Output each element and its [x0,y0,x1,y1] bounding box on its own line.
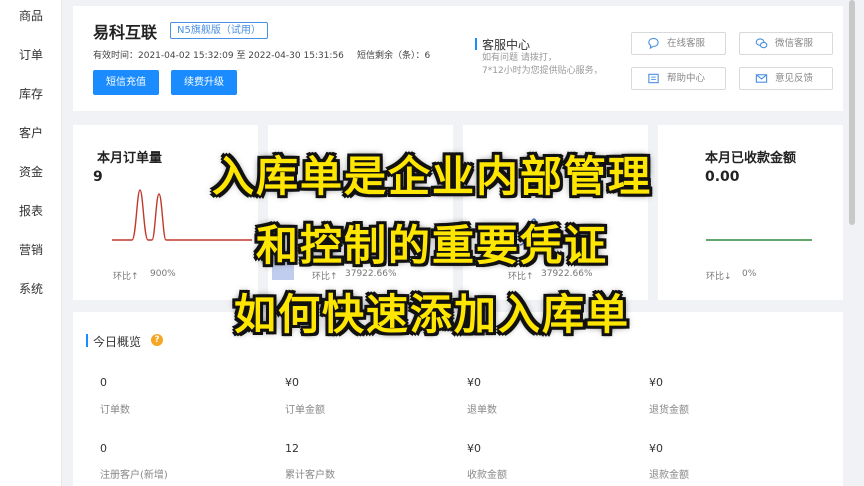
wechat-icon [755,38,768,49]
service-desc-line1: 如有问题 请拨打， [482,53,557,63]
wechat-service-label: 微信客服 [775,38,814,49]
overview-value: 12 [285,442,299,455]
help-center-button[interactable]: 帮助中心 [631,67,726,90]
overview-value: ¥0 [467,376,481,389]
service-accent-bar [475,38,477,50]
shop-name: 易科互联 [93,23,158,42]
caption-line-1: 入库单是企业内部管理 [211,152,652,201]
wechat-service-button[interactable]: 微信客服 [739,32,833,55]
overview-label: 退款金额 [649,470,689,481]
caption-line-3: 如何快速添加入库单 [233,290,630,339]
overview-label: 订单数 [100,405,130,416]
feedback-label: 意见反馈 [775,73,814,84]
overview-value: ¥0 [285,376,299,389]
online-service-button[interactable]: 在线客服 [631,32,726,55]
sidebar-item-orders[interactable]: 订单 [0,46,62,63]
overview-label: 订单金额 [285,405,325,416]
sidebar-item-products[interactable]: 商品 [0,7,62,24]
overview-label: 退单数 [467,405,497,416]
online-service-label: 在线客服 [667,38,706,49]
overview-value: 0 [100,442,107,455]
overview-label: 收款金额 [467,470,507,481]
help-center-label: 帮助中心 [667,73,706,84]
overview-value: ¥0 [649,442,663,455]
caption-line-2: 和控制的重要凭证 [255,221,608,270]
edition-badge: N5旗舰版（试用） [170,22,268,39]
overview-value: ¥0 [649,376,663,389]
overview-label: 累计客户数 [285,470,335,481]
sms-recharge-button[interactable]: 短信充值 [93,70,159,95]
overview-value: ¥0 [467,442,481,455]
service-center-title: 客服中心 [482,38,531,52]
overview-value: 0 [100,376,107,389]
overview-label: 注册客户(新增) [100,470,168,481]
feedback-button[interactable]: 意见反馈 [739,67,833,90]
validity-period: 有效时间：2021-04-02 15:32:09 至 2022-04-30 15… [93,51,344,61]
overview-label: 退货金额 [649,405,689,416]
service-desc-line2: 7*12小时为您提供贴心服务， [482,66,603,76]
sidebar-item-customers[interactable]: 客户 [0,124,62,141]
sms-remaining: 短信剩余（条）：6 [357,51,431,61]
upgrade-button[interactable]: 续费升级 [171,70,237,95]
mail-icon [755,74,768,83]
help-book-icon [648,73,659,84]
service-description: 如有问题 请拨打， 7*12小时为您提供贴心服务， [482,52,603,78]
chat-bubble-icon [648,37,659,50]
sidebar-item-inventory[interactable]: 库存 [0,85,62,102]
